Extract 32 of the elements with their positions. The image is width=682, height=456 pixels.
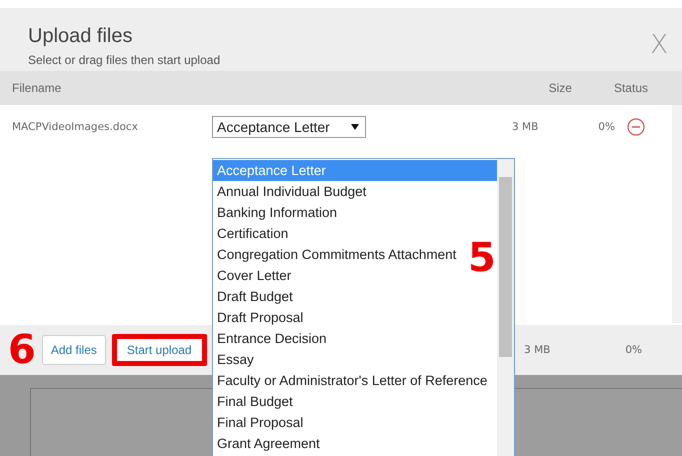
dropdown-option[interactable]: Congregation Commitments Attachment bbox=[213, 244, 458, 265]
column-header: Size bbox=[548, 81, 572, 95]
dropdown-option[interactable]: Essay bbox=[213, 349, 256, 370]
dropdown-option[interactable]: Draft Budget bbox=[213, 286, 295, 307]
dropdown-option[interactable]: Certification bbox=[213, 223, 290, 244]
document-type-select[interactable]: Acceptance Letter bbox=[212, 116, 366, 138]
file-name: MACPVideoImages.docx bbox=[12, 121, 139, 133]
annotation-number: 5 bbox=[468, 238, 496, 278]
dialog-subtitle: Select or drag files then start upload bbox=[28, 53, 220, 67]
remove-icon[interactable] bbox=[626, 118, 645, 136]
total-status: 0% bbox=[625, 344, 642, 356]
dropdown-option[interactable]: Faculty or Administrator's Letter of Reference bbox=[213, 370, 490, 391]
dialog-title: Upload files bbox=[28, 25, 134, 48]
column-header: Filename bbox=[12, 81, 62, 95]
dropdown-option[interactable]: Annual Individual Budget bbox=[213, 181, 368, 202]
annotation-number: 6 bbox=[8, 330, 36, 370]
file-size: 3 MB bbox=[512, 121, 538, 133]
dropdown-option[interactable]: Cover Letter bbox=[213, 265, 294, 286]
caret-icon bbox=[351, 124, 359, 130]
total-size: 3 MB bbox=[524, 344, 550, 356]
scrollbar[interactable] bbox=[497, 159, 514, 456]
column-header: Status bbox=[614, 81, 648, 95]
dropdown-option[interactable]: Final Budget bbox=[213, 391, 295, 412]
dropdown-option[interactable]: Draft Proposal bbox=[213, 307, 306, 328]
dropdown-option[interactable]: Grant Agreement bbox=[213, 433, 322, 454]
add-files-button[interactable]: Add files bbox=[42, 335, 106, 365]
dropdown-option[interactable]: Banking Information bbox=[213, 202, 340, 223]
dropdown-option[interactable]: Entrance Decision bbox=[213, 328, 329, 349]
file-status: 0% bbox=[598, 121, 615, 133]
dropdown-option[interactable]: Final Proposal bbox=[213, 412, 306, 433]
scrollbar[interactable] bbox=[672, 105, 682, 323]
start-upload-button[interactable]: Start upload bbox=[112, 334, 207, 366]
